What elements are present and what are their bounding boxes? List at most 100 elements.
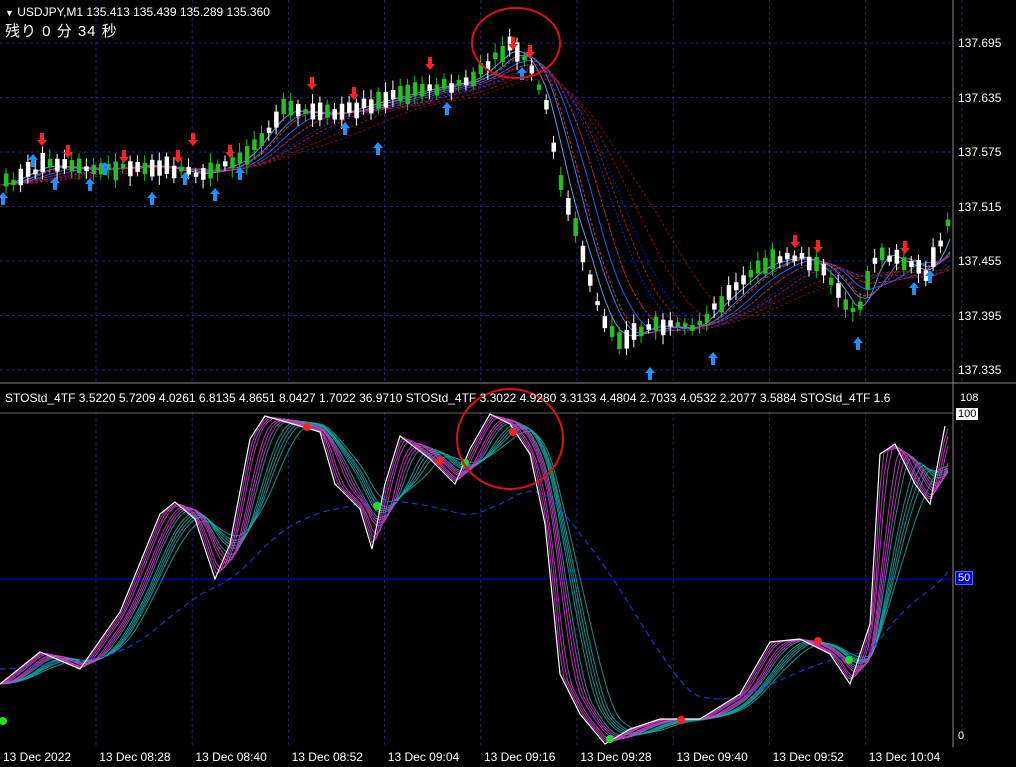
- collapse-triangle-icon[interactable]: ▼: [5, 8, 14, 18]
- candle-body: [536, 84, 542, 90]
- candle-body: [208, 162, 213, 179]
- price-tick-label: 137.515: [958, 199, 1002, 214]
- price-chart-canvas[interactable]: [0, 0, 1016, 384]
- candle-body: [244, 146, 250, 165]
- candle-body: [865, 271, 870, 290]
- candle-body: [252, 139, 257, 151]
- candle-body: [11, 179, 16, 186]
- candle-body: [945, 219, 951, 227]
- candle-body: [84, 166, 89, 172]
- candle-body: [47, 158, 53, 168]
- price-tick-label: 137.695: [958, 36, 1002, 50]
- candle-body: [171, 165, 177, 179]
- price-chart-pane[interactable]: ▼ USDJPY,M1 135.413 135.439 135.289 135.…: [0, 0, 1016, 384]
- symbol-header: ▼ USDJPY,M1 135.413 135.439 135.289 135.…: [5, 5, 270, 19]
- time-tick-label: 13 Dec 08:28: [99, 750, 171, 764]
- candle-body: [376, 91, 381, 109]
- time-tick-label: 13 Dec 09:04: [387, 750, 460, 764]
- candle-body: [339, 103, 345, 120]
- candle-body: [179, 166, 184, 172]
- bar-countdown-timer: 残り 0 分 34 秒: [5, 23, 118, 40]
- candle-body: [858, 301, 863, 310]
- candle-body: [624, 330, 629, 349]
- candle-body: [383, 92, 389, 108]
- candle-body: [303, 109, 308, 114]
- time-tick-label: 13 Dec 2022: [3, 750, 72, 764]
- candle-body: [201, 168, 206, 180]
- candle-body: [544, 100, 549, 110]
- time-tick-label: 13 Dec 09:40: [676, 750, 748, 764]
- buy-signal-dot: [845, 656, 853, 664]
- candle-body: [69, 160, 75, 172]
- candle-body: [296, 103, 301, 117]
- candle-body: [522, 56, 527, 61]
- candle-body: [697, 320, 702, 326]
- candle-body: [463, 77, 469, 86]
- candle-body: [799, 253, 805, 259]
- candle-body: [361, 98, 367, 109]
- candle-body: [113, 161, 118, 181]
- candle-body: [33, 169, 38, 175]
- time-tick-label: 13 Dec 09:16: [484, 750, 556, 764]
- candle-body: [850, 308, 856, 313]
- time-tick-label: 13 Dec 08:52: [291, 750, 363, 764]
- candle-body: [785, 252, 790, 260]
- candle-body: [529, 65, 535, 74]
- candle-body: [880, 247, 885, 261]
- candle-body: [916, 260, 921, 274]
- price-tick-label: 137.395: [958, 308, 1002, 323]
- candle-body: [631, 323, 637, 340]
- candle-body: [668, 320, 673, 327]
- candle-body: [18, 168, 24, 186]
- candle-body: [617, 332, 622, 350]
- candle-body: [741, 275, 746, 285]
- candle-body: [412, 82, 418, 96]
- candle-body: [91, 164, 97, 174]
- candle-body: [325, 104, 330, 118]
- candle-body: [427, 84, 432, 91]
- candle-body: [288, 100, 294, 116]
- stochastic-indicator-pane[interactable]: STOStd_4TF 3.5220 5.7209 4.0261 6.8135 4…: [0, 384, 1016, 747]
- candle-body: [354, 102, 359, 119]
- candle-body: [369, 99, 374, 114]
- candle-body: [573, 218, 578, 236]
- candle-body: [259, 133, 264, 146]
- candle-body: [675, 322, 681, 327]
- sell-signal-dot: [814, 637, 822, 645]
- candle-body: [493, 52, 498, 60]
- candle-body: [266, 127, 272, 133]
- candle-body: [142, 162, 148, 175]
- time-tick-label: 13 Dec 09:52: [772, 750, 844, 764]
- candle-body: [551, 142, 556, 152]
- indicator-header: STOStd_4TF 3.5220 5.7209 4.0261 6.8135 4…: [5, 391, 891, 405]
- candle-body: [128, 161, 133, 177]
- candle-body: [405, 84, 410, 105]
- sell-signal-dot: [303, 423, 311, 431]
- candle-body: [40, 152, 45, 173]
- candle-body: [770, 249, 775, 270]
- sell-signal-dot: [436, 457, 444, 465]
- time-tick-label: 13 Dec 08:40: [195, 750, 267, 764]
- level-0-label: 0: [958, 730, 965, 742]
- candle-body: [390, 89, 396, 100]
- time-tick-label: 13 Dec 10:04: [868, 750, 941, 764]
- candle-body: [4, 173, 9, 187]
- candle-body: [398, 85, 403, 102]
- candle-body: [639, 326, 644, 337]
- candle-body: [682, 323, 688, 328]
- level-50-label: 50: [955, 571, 974, 585]
- candle-body: [332, 109, 337, 120]
- price-tick-label: 137.575: [958, 145, 1002, 159]
- candle-body: [821, 263, 827, 276]
- stochastic-canvas[interactable]: [0, 384, 1016, 747]
- candle-body: [456, 79, 462, 85]
- chart-background: [0, 0, 1016, 384]
- candle-body: [186, 166, 191, 175]
- candle-body: [588, 274, 593, 286]
- candle-body: [193, 172, 199, 177]
- candle-body: [712, 303, 717, 310]
- symbol-line: USDJPY,M1 135.413 135.439 135.289 135.36…: [17, 5, 270, 19]
- candle-body: [887, 255, 892, 262]
- candle-body: [558, 175, 564, 190]
- candle-body: [872, 257, 878, 264]
